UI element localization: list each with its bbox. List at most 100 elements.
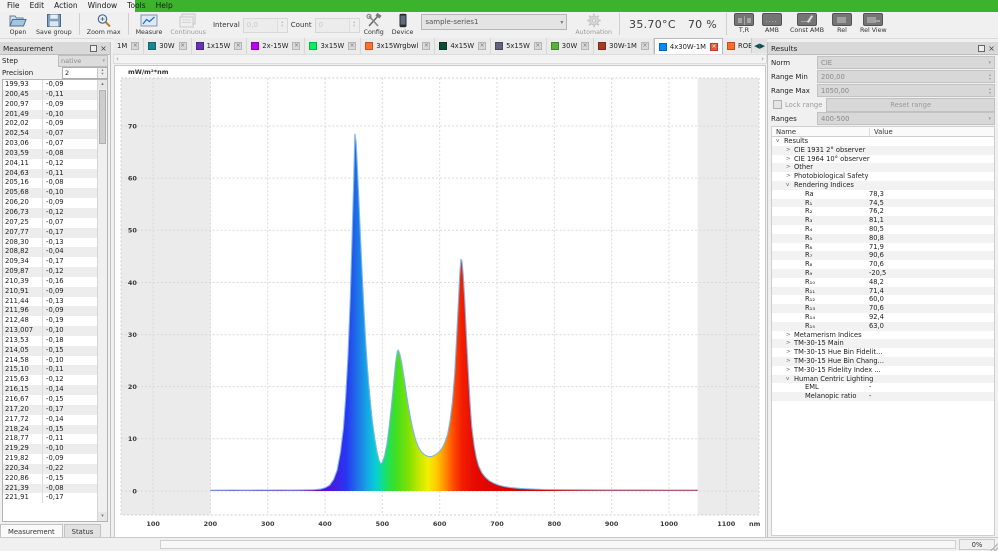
measurement-row[interactable]: 203,59-0,08 <box>3 149 98 159</box>
scrollbar-thumb[interactable] <box>99 90 106 144</box>
tree-item[interactable]: R₄80,5 <box>772 225 994 234</box>
count-spinbox[interactable]: 0 ▴ ▾ <box>315 18 360 33</box>
tree-item[interactable]: vRendering Indices <box>772 181 994 190</box>
measurement-row[interactable]: 209,34-0,17 <box>3 257 98 267</box>
tree-item[interactable]: R₁₄92,4 <box>772 313 994 322</box>
spin-down-icon[interactable]: ▾ <box>98 73 107 77</box>
menu-edit[interactable]: Edit <box>25 0 50 12</box>
expand-icon[interactable]: > <box>786 172 791 181</box>
measurement-row[interactable]: 208,30-0,13 <box>3 238 98 248</box>
measurement-row[interactable]: 202,54-0,07 <box>3 129 98 139</box>
ranges-combobox[interactable]: 400-500 ▾ <box>817 112 995 125</box>
collapse-icon[interactable]: v <box>786 375 789 384</box>
series-tab[interactable]: 3x15Wrgbwl× <box>361 38 435 54</box>
measurement-row[interactable]: 219,29-0,10 <box>3 444 98 454</box>
series-tab[interactable]: 30W× <box>144 38 191 54</box>
measurement-scrollbar[interactable]: ▴ ▾ <box>97 80 107 521</box>
tree-item[interactable]: >Metamerism Indices <box>772 331 994 340</box>
scroll-down-icon[interactable]: ▾ <box>98 512 107 521</box>
measurement-row[interactable]: 205,16-0,08 <box>3 178 98 188</box>
rel-button[interactable]: Rel <box>828 12 856 38</box>
tree-item[interactable]: R₁₁71,4 <box>772 287 994 296</box>
expand-icon[interactable]: > <box>786 163 791 172</box>
measurement-row[interactable]: 207,25-0,07 <box>3 218 98 228</box>
menu-action[interactable]: Action <box>49 0 83 12</box>
tree-item[interactable]: R₁₂60,0 <box>772 295 994 304</box>
measurement-row[interactable]: 206,20-0,09 <box>3 198 98 208</box>
measurement-row[interactable]: 207,77-0,17 <box>3 228 98 238</box>
rel-view-button[interactable]: Rel View <box>856 12 891 38</box>
tree-item[interactable]: R₇90,6 <box>772 251 994 260</box>
measurement-row[interactable]: 206,73-0,12 <box>3 208 98 218</box>
measurement-row[interactable]: 213,53-0,18 <box>3 336 98 346</box>
series-tab[interactable]: 30W-1M× <box>594 38 654 54</box>
expand-icon[interactable]: > <box>786 366 791 375</box>
measurement-row[interactable]: 200,97-0,09 <box>3 100 98 110</box>
measurement-row[interactable]: 220,34-0,22 <box>3 464 98 474</box>
expand-icon[interactable]: > <box>786 348 791 357</box>
tree-item[interactable]: >CIE 1931 2° observer <box>772 146 994 155</box>
continuous-button[interactable]: Continuous <box>166 12 210 38</box>
measurement-row[interactable]: 199,93-0,09 <box>3 80 98 90</box>
menu-help[interactable]: Help <box>151 0 178 12</box>
close-tab-icon[interactable]: × <box>234 42 242 50</box>
close-tab-icon[interactable]: × <box>422 42 430 50</box>
measurement-row[interactable]: 221,39-0,08 <box>3 484 98 494</box>
tree-item[interactable]: R₁₃70,6 <box>772 304 994 313</box>
spectrum-chart[interactable]: mW/m²*nm01020304050607010020030040050060… <box>115 66 765 537</box>
tree-item[interactable]: R₈70,6 <box>772 260 994 269</box>
tree-item[interactable]: >TM-30-15 Hue Bin Chang... <box>772 357 994 366</box>
spin-down-icon[interactable]: ▾ <box>989 91 991 95</box>
chart-horizontal-scrollbar[interactable]: ‹ › <box>113 54 767 64</box>
reset-range-button[interactable]: Reset range <box>826 98 995 112</box>
measurement-row[interactable]: 216,67-0,15 <box>3 395 98 405</box>
device-button[interactable]: Device <box>388 12 418 38</box>
measurement-row[interactable]: 216,15-0,14 <box>3 385 98 395</box>
dock-tab-measurement[interactable]: Measurement <box>0 524 63 538</box>
expand-icon[interactable]: > <box>786 357 791 366</box>
collapse-icon[interactable]: v <box>786 181 789 190</box>
hscroll-right-icon[interactable]: › <box>759 55 766 63</box>
close-tab-icon[interactable]: × <box>534 42 542 50</box>
expand-icon[interactable]: > <box>786 331 791 340</box>
series-tab[interactable]: 4x30W-1M× <box>654 38 723 54</box>
tree-item[interactable]: >TM-30-15 Main <box>772 339 994 348</box>
range-max-spinbox[interactable]: 1050,00 ▴▾ <box>817 84 995 97</box>
tree-item[interactable]: >TM-30-15 Hue Bin Fidelit... <box>772 348 994 357</box>
norm-combobox[interactable]: CIE ▾ <box>817 56 995 69</box>
close-tab-icon[interactable]: × <box>292 42 300 50</box>
measurement-row[interactable]: 204,11-0,12 <box>3 159 98 169</box>
measurement-row[interactable]: 214,05-0,15 <box>3 346 98 356</box>
float-panel-icon[interactable] <box>978 45 985 52</box>
float-panel-icon[interactable] <box>90 45 97 52</box>
spectrum-chart-canvas[interactable]: mW/m²*nm01020304050607010020030040050060… <box>114 65 766 538</box>
series-combobox[interactable]: sample-series1 ▾ <box>421 14 567 30</box>
spin-down-icon[interactable]: ▾ <box>989 77 991 81</box>
tree-item[interactable]: >CIE 1964 10° observer <box>772 155 994 164</box>
measurement-row[interactable]: 218,24-0,15 <box>3 425 98 435</box>
spinner-arrows[interactable]: ▴▾ <box>989 73 991 81</box>
close-tab-icon[interactable]: × <box>348 42 356 50</box>
measurement-row[interactable]: 204,63-0,11 <box>3 169 98 179</box>
close-tab-icon[interactable]: × <box>179 42 187 50</box>
measurement-row[interactable]: 200,45-0,11 <box>3 90 98 100</box>
const-amb-button[interactable]: Const AMB <box>786 12 828 38</box>
tree-item[interactable]: >TM-30-15 Fidelity Index ... <box>772 366 994 375</box>
measurement-row[interactable]: 205,68-0,10 <box>3 188 98 198</box>
automation-button[interactable]: Automation <box>571 12 616 38</box>
series-tab[interactable]: 4x15W× <box>435 38 491 54</box>
range-min-spinbox[interactable]: 200,00 ▴▾ <box>817 70 995 83</box>
measurement-row[interactable]: 210,39-0,16 <box>3 277 98 287</box>
measurement-row[interactable]: 221,91-0,17 <box>3 493 98 503</box>
measurement-row[interactable]: 215,63-0,12 <box>3 375 98 385</box>
menu-window[interactable]: Window <box>83 0 123 12</box>
measurement-row[interactable]: 211,44-0,13 <box>3 297 98 307</box>
measurement-row[interactable]: 213,007-0,10 <box>3 326 98 336</box>
tree-item[interactable]: R₆71,9 <box>772 243 994 252</box>
measurement-row[interactable]: 209,87-0,12 <box>3 267 98 277</box>
measurement-row[interactable]: 220,86-0,15 <box>3 474 98 484</box>
close-tab-icon[interactable]: × <box>641 42 649 50</box>
spin-down-icon[interactable]: ▾ <box>278 25 287 29</box>
collapse-icon[interactable]: v <box>776 137 779 146</box>
close-tab-icon[interactable]: × <box>710 43 718 51</box>
